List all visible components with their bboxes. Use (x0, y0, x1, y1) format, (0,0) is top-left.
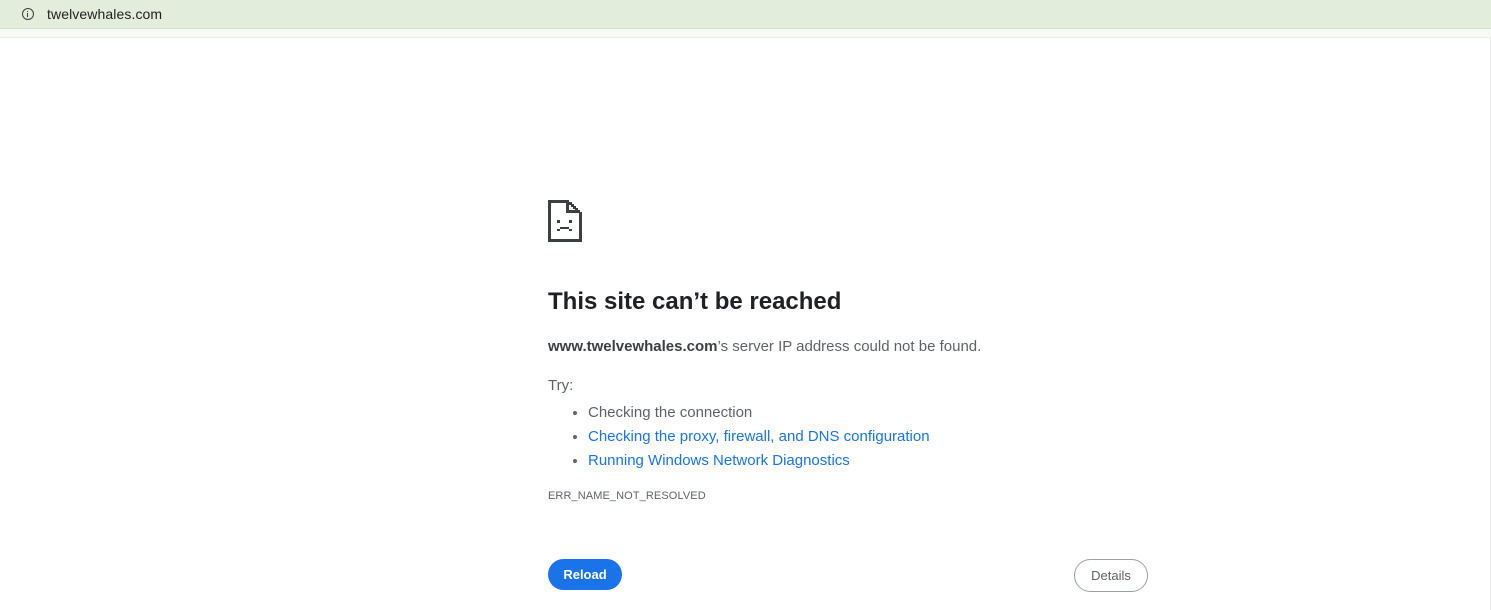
url-text[interactable]: twelvewhales.com (47, 6, 162, 22)
error-code: ERR_NAME_NOT_RESOLVED (548, 490, 706, 502)
details-button[interactable]: Details (1074, 559, 1148, 592)
suggestion-diagnostics-link[interactable]: Running Windows Network Diagnostics (588, 452, 850, 469)
list-item: Checking the connection (588, 401, 930, 425)
suggestion-check-connection: Checking the connection (588, 404, 753, 421)
page-title: This site can’t be reached (548, 288, 842, 315)
list-item: Checking the proxy, firewall, and DNS co… (588, 425, 930, 449)
omnibox[interactable]: twelvewhales.com (12, 0, 162, 28)
address-bar: twelvewhales.com (0, 0, 1491, 29)
error-description: www.twelvewhales.com’s server IP address… (548, 338, 981, 355)
sad-document-icon (548, 200, 582, 242)
suggestion-proxy-link[interactable]: Checking the proxy, firewall, and DNS co… (588, 428, 930, 445)
host-name: www.twelvewhales.com (548, 338, 718, 355)
list-item: Running Windows Network Diagnostics (588, 449, 930, 473)
reload-button[interactable]: Reload (548, 559, 622, 590)
suggestion-list: Checking the connection Checking the pro… (548, 401, 930, 473)
description-suffix: ’s server IP address could not be found. (717, 338, 982, 355)
bookmarks-bar (0, 29, 1491, 38)
try-label: Try: (548, 377, 574, 394)
info-icon[interactable] (22, 8, 34, 20)
